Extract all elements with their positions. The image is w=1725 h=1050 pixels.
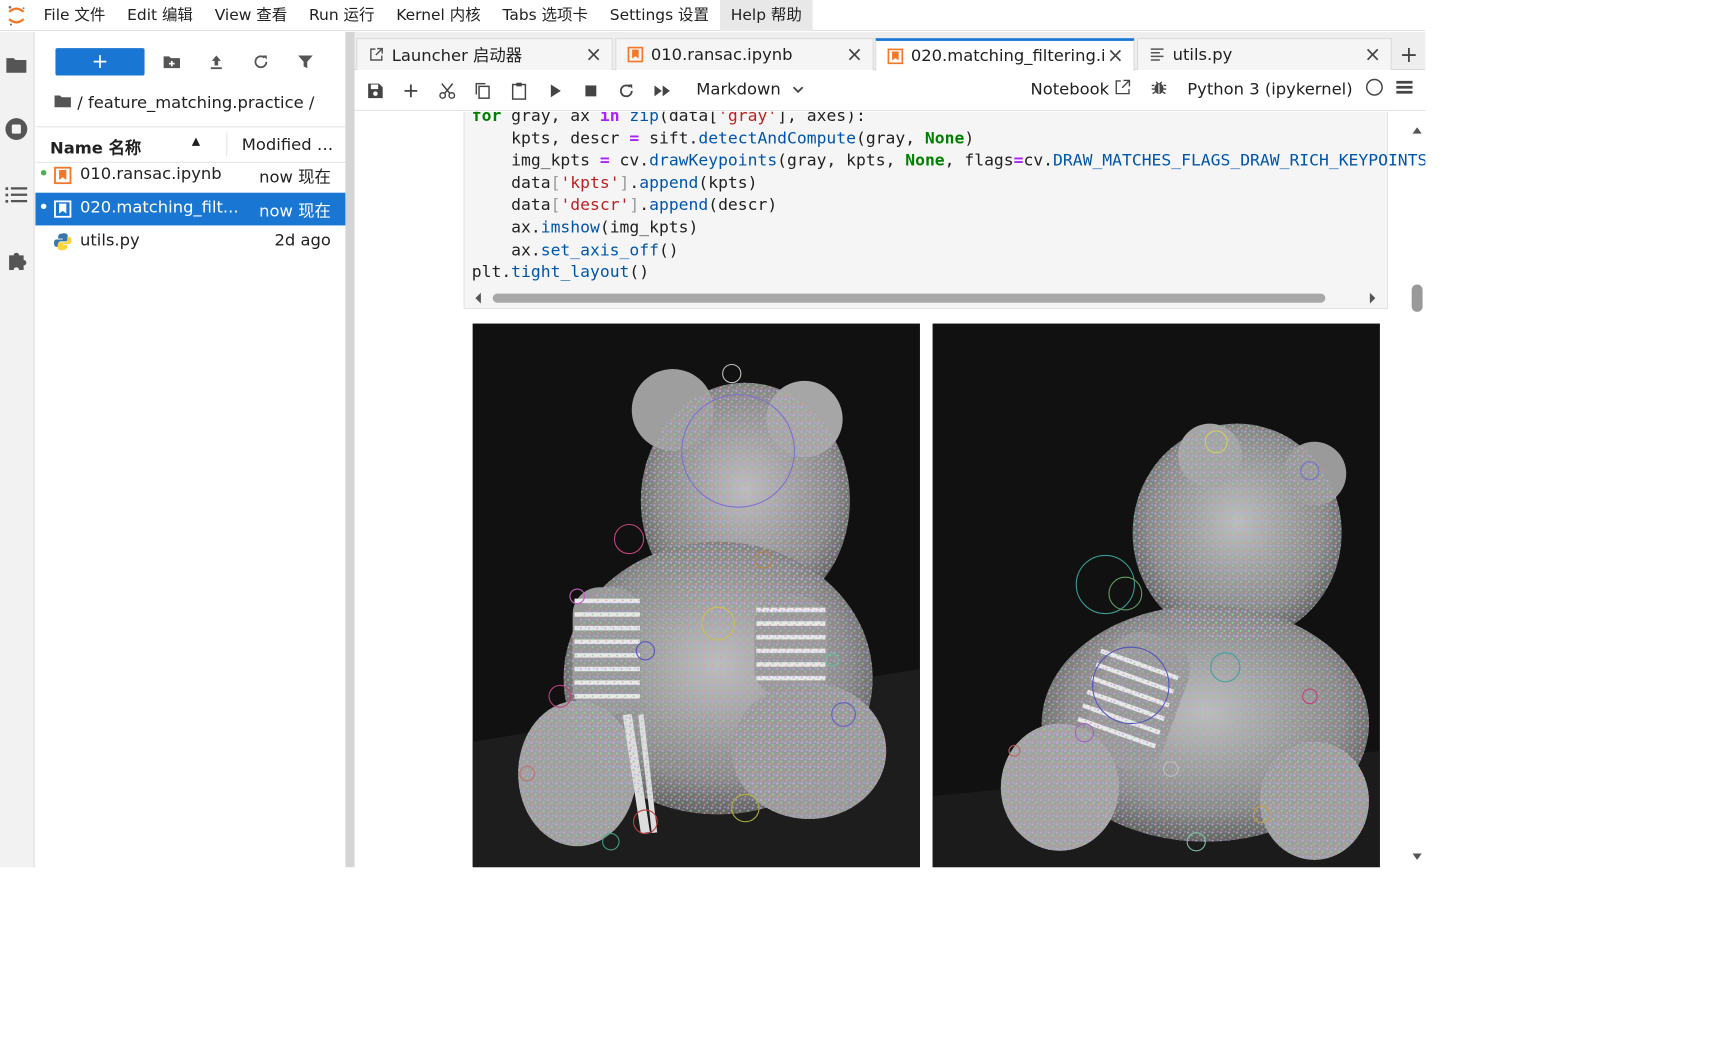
save-icon[interactable] — [365, 81, 385, 101]
file-modified: now 现在 — [259, 201, 331, 221]
horizontal-scrollbar[interactable] — [464, 290, 1387, 305]
restart-kernel-icon[interactable] — [616, 81, 636, 101]
keypoints-image-right — [932, 323, 1380, 868]
kernel-status-idle-icon — [1365, 78, 1383, 101]
tab-notebook-current[interactable]: 020.matching_filtering.ipy × — [875, 38, 1135, 71]
running-sessions-icon[interactable] — [4, 116, 29, 141]
paste-icon[interactable] — [509, 81, 529, 101]
scrollbar-thumb[interactable] — [1411, 284, 1423, 312]
file-name: 020.matching_filt... — [79, 198, 239, 218]
menu-edit[interactable]: Edit 编辑 — [116, 0, 204, 30]
extension-puzzle-icon[interactable] — [4, 247, 29, 272]
file-list-header: Name 名称 ▲ Modified … — [35, 126, 346, 163]
tab-label: 020.matching_filtering.ipy — [910, 46, 1107, 66]
new-launcher-button[interactable]: + — [55, 48, 145, 76]
code-cell-editor[interactable]: for gray, ax in zip(data['gray'], axes):… — [463, 111, 1425, 310]
menu-view[interactable]: View 查看 — [204, 0, 298, 30]
close-icon[interactable]: × — [1106, 45, 1124, 68]
notebook-toolbar: Markdown Notebook Python 3 (ipykernel) — [354, 70, 1426, 111]
scrollbar-thumb[interactable] — [492, 293, 1326, 303]
text-file-icon — [1149, 46, 1165, 62]
menu-settings[interactable]: Settings 设置 — [599, 0, 720, 30]
cell-type-select[interactable]: Markdown — [696, 80, 804, 99]
sort-ascending-icon: ▲ — [191, 134, 201, 148]
kernel-name[interactable]: Python 3 (ipykernel) — [1187, 80, 1352, 99]
scroll-right-icon[interactable] — [1368, 291, 1377, 308]
column-modified[interactable]: Modified … — [242, 135, 333, 154]
file-modified: 2d ago — [274, 230, 331, 250]
notebook-panel[interactable]: for gray, ax in zip(data['gray'], axes):… — [355, 111, 1425, 868]
main-area: Launcher 启动器 × 010.ransac.ipynb × 020.ma… — [354, 31, 1426, 868]
refresh-icon[interactable] — [251, 52, 271, 72]
copy-icon[interactable] — [473, 81, 493, 101]
external-link-icon — [1115, 79, 1131, 100]
add-tab-button[interactable]: + — [1393, 38, 1426, 70]
launcher-icon — [368, 46, 384, 62]
notebook-label: Notebook — [1030, 79, 1110, 100]
table-of-contents-icon[interactable] — [4, 182, 29, 207]
close-icon[interactable]: × — [584, 43, 602, 66]
panel-splitter[interactable] — [345, 31, 355, 868]
column-divider[interactable] — [226, 132, 228, 157]
file-browser: + / feature_matching.practice / Name 名称 … — [35, 31, 346, 868]
code-text[interactable]: for gray, ax in zip(data['gray'], axes):… — [472, 112, 1426, 284]
tab-label: Launcher 启动器 — [391, 46, 523, 66]
restart-run-all-icon[interactable] — [653, 81, 673, 101]
activity-bar — [0, 31, 35, 868]
vertical-scrollbar[interactable] — [1409, 112, 1425, 867]
keypoints-image-left — [472, 323, 920, 868]
folder-icon[interactable] — [4, 52, 29, 77]
menu-help[interactable]: Help 帮助 — [719, 0, 813, 31]
breadcrumb[interactable]: / feature_matching.practice / — [54, 94, 314, 113]
file-browser-toolbar: + — [35, 32, 345, 88]
open-notebook-button[interactable]: Notebook — [1031, 79, 1131, 100]
file-modified: now 现在 — [259, 168, 331, 188]
scroll-up-icon[interactable] — [1412, 121, 1423, 138]
cell-type-value: Markdown — [696, 79, 781, 100]
menu-tabs[interactable]: Tabs 选项卡 — [492, 0, 599, 30]
cut-icon[interactable] — [437, 81, 457, 101]
new-folder-icon[interactable] — [162, 52, 182, 72]
close-icon[interactable]: × — [1364, 43, 1382, 66]
insert-cell-icon[interactable] — [401, 81, 421, 101]
tab-label: 010.ransac.ipynb — [650, 44, 793, 65]
file-row[interactable]: 010.ransac.ipynb now 现在 — [35, 159, 345, 192]
filter-icon[interactable] — [295, 52, 315, 72]
notebook-icon — [54, 166, 72, 185]
notebook-icon — [887, 48, 904, 64]
tab-label: utils.py — [1172, 44, 1233, 65]
notebook-icon — [627, 46, 644, 63]
menu-kernel[interactable]: Kernel 内核 — [385, 0, 491, 30]
menu-hamburger-icon[interactable] — [1396, 80, 1413, 99]
tab-file[interactable]: utils.py × — [1137, 38, 1392, 70]
cell-output — [472, 323, 1380, 868]
menu-file[interactable]: File 文件 — [33, 0, 117, 30]
menubar: File 文件 Edit 编辑 View 查看 Run 运行 Kernel 内核… — [0, 0, 1426, 31]
running-indicator-icon — [40, 203, 47, 210]
running-indicator-icon — [40, 169, 47, 176]
debugger-bug-icon[interactable] — [1151, 79, 1167, 100]
menu-run[interactable]: Run 运行 — [298, 0, 385, 30]
column-name[interactable]: Name 名称 — [50, 135, 141, 159]
notebook-icon — [54, 200, 72, 218]
folder-icon — [54, 94, 72, 113]
file-row[interactable]: 020.matching_filt... now 现在 — [35, 192, 346, 226]
file-name: utils.py — [79, 230, 140, 250]
tab-notebook[interactable]: 010.ransac.ipynb × — [615, 38, 874, 70]
file-name: 010.ransac.ipynb — [79, 164, 222, 184]
file-row[interactable]: utils.py 2d ago — [35, 225, 345, 258]
python-file-icon — [54, 233, 72, 251]
tab-launcher[interactable]: Launcher 启动器 × — [356, 38, 613, 70]
stop-icon[interactable] — [581, 81, 601, 101]
upload-icon[interactable] — [206, 52, 226, 72]
scroll-down-icon[interactable] — [1412, 848, 1423, 865]
chevron-down-icon — [792, 80, 805, 99]
breadcrumb-path[interactable]: / feature_matching.practice / — [77, 94, 314, 113]
jupyter-logo-icon — [0, 0, 33, 30]
run-icon[interactable] — [545, 81, 565, 101]
toolbar-right: Notebook Python 3 (ipykernel) — [1031, 78, 1413, 101]
close-icon[interactable]: × — [845, 43, 863, 66]
scroll-left-icon[interactable] — [474, 291, 483, 308]
tab-bar: Launcher 启动器 × 010.ransac.ipynb × 020.ma… — [354, 31, 1426, 71]
